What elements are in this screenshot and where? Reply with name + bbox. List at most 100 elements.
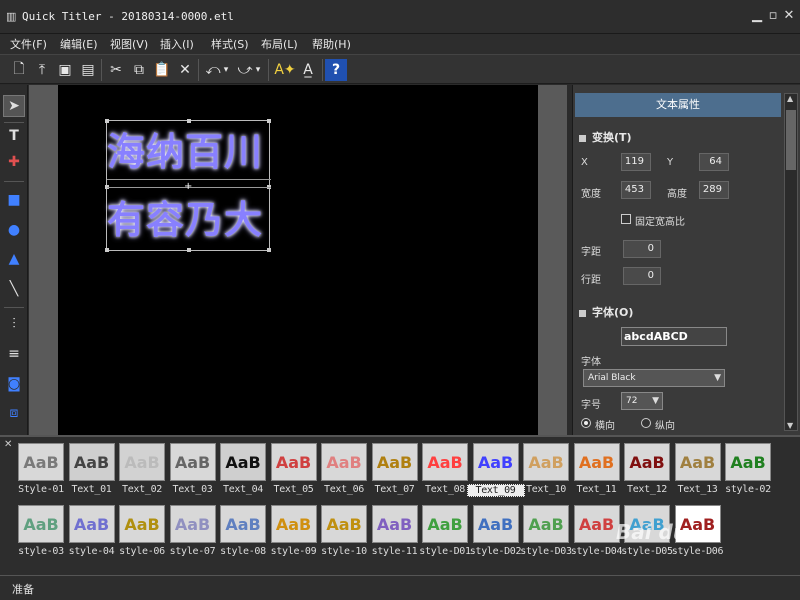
save-all-icon[interactable]: ▤ bbox=[77, 59, 99, 81]
y-field[interactable]: 64 bbox=[699, 153, 729, 171]
style-swatch[interactable]: AaB bbox=[220, 505, 266, 543]
x-field[interactable]: 119 bbox=[621, 153, 651, 171]
resize-handle[interactable] bbox=[105, 119, 109, 123]
style-swatch[interactable]: AaB bbox=[372, 443, 418, 481]
style-swatch[interactable]: AaB bbox=[119, 443, 165, 481]
resize-handle[interactable] bbox=[187, 119, 191, 123]
style-swatch[interactable]: AaB bbox=[271, 505, 317, 543]
style-preset[interactable]: AaBText_03 bbox=[168, 443, 218, 503]
transform-section-title[interactable]: 变换(T) bbox=[579, 129, 632, 145]
width-field[interactable]: 453 bbox=[621, 181, 651, 199]
style-preset[interactable]: AaBstyle-D04 bbox=[572, 505, 622, 565]
style-preset[interactable]: AaBText_02 bbox=[117, 443, 167, 503]
style-swatch[interactable]: AaB bbox=[473, 443, 519, 481]
style-preset[interactable]: AaBstyle-D02 bbox=[471, 505, 521, 565]
font-section-title[interactable]: 字体(O) bbox=[579, 304, 633, 320]
style-swatch[interactable]: AaB bbox=[523, 505, 569, 543]
style-preset[interactable]: AaBText_13 bbox=[673, 443, 723, 503]
vertical-radio[interactable] bbox=[641, 418, 651, 428]
cut-icon[interactable]: ✂ bbox=[105, 59, 127, 81]
style-preset[interactable]: AaBText_06 bbox=[319, 443, 369, 503]
font-select[interactable]: Arial Black▼ bbox=[583, 369, 725, 387]
style-swatch[interactable]: AaB bbox=[725, 443, 771, 481]
style-preset[interactable]: AaBstyle-11 bbox=[370, 505, 420, 565]
style-preset[interactable]: AaBstyle-04 bbox=[67, 505, 117, 565]
style-swatch[interactable]: AaB bbox=[170, 443, 216, 481]
style-preset[interactable]: AaBstyle-10 bbox=[319, 505, 369, 565]
close-icon[interactable]: ✕ bbox=[4, 439, 12, 450]
style-preset[interactable]: AaBStyle-01 bbox=[16, 443, 66, 503]
collapse-icon[interactable] bbox=[579, 310, 586, 317]
style-swatch[interactable]: AaB bbox=[18, 505, 64, 543]
resize-handle[interactable] bbox=[187, 248, 191, 252]
style-preset[interactable]: AaBText_01 bbox=[67, 443, 117, 503]
menu-edit[interactable]: 编辑(E) bbox=[60, 36, 98, 52]
style-swatch[interactable]: AaB bbox=[18, 443, 64, 481]
style-preset[interactable]: AaBText_10 bbox=[521, 443, 571, 503]
style-swatch[interactable]: AaB bbox=[321, 443, 367, 481]
menu-file[interactable]: 文件(F) bbox=[10, 36, 47, 52]
style-preset[interactable]: AaBstyle-02 bbox=[723, 443, 773, 503]
vertical-text-tool-icon[interactable]: ✚ bbox=[3, 151, 25, 173]
style-swatch[interactable]: AaB bbox=[675, 443, 721, 481]
style-swatch[interactable]: AaB bbox=[372, 505, 418, 543]
maximize-button[interactable]: ▫ bbox=[766, 9, 780, 23]
open-file-icon[interactable]: ⤒ bbox=[31, 59, 53, 81]
new-file-icon[interactable]: 🗋 bbox=[8, 59, 30, 81]
line-tool-icon[interactable]: ╲ bbox=[3, 278, 25, 300]
save-icon[interactable]: ▣ bbox=[54, 59, 76, 81]
style-preset[interactable]: AaBstyle-08 bbox=[218, 505, 268, 565]
style-swatch[interactable]: AaB bbox=[523, 443, 569, 481]
style-swatch[interactable]: AaB bbox=[473, 505, 519, 543]
style-swatch[interactable]: AaB bbox=[119, 505, 165, 543]
style-preset[interactable]: AaBText_11 bbox=[572, 443, 622, 503]
shape-tool-icon[interactable]: ◙ bbox=[3, 373, 25, 395]
distribute-tool-icon[interactable]: ≡ bbox=[3, 343, 25, 365]
resize-handle[interactable] bbox=[267, 248, 271, 252]
size-select[interactable]: 72▼ bbox=[621, 392, 663, 410]
layer-tool-icon[interactable]: ⧈ bbox=[3, 402, 25, 424]
text-format-icon[interactable]: A̲ bbox=[297, 59, 319, 81]
style-swatch[interactable]: AaB bbox=[69, 443, 115, 481]
style-preset[interactable]: AaBstyle-09 bbox=[269, 505, 319, 565]
align-tool-icon[interactable]: ⫶ bbox=[3, 313, 25, 335]
undo-dropdown-icon[interactable]: ▾ bbox=[220, 59, 232, 81]
select-tool-icon[interactable]: ➤ bbox=[3, 95, 25, 117]
resize-handle[interactable] bbox=[105, 248, 109, 252]
style-preset[interactable]: AaBstyle-07 bbox=[168, 505, 218, 565]
style-swatch[interactable]: AaB bbox=[422, 443, 468, 481]
scroll-thumb[interactable] bbox=[786, 110, 796, 170]
style-preset[interactable]: AaBText_09 bbox=[471, 443, 521, 503]
style-preset[interactable]: AaBText_05 bbox=[269, 443, 319, 503]
horizontal-radio[interactable] bbox=[581, 418, 591, 428]
text-tool-icon[interactable]: T bbox=[3, 125, 25, 147]
line-spacing-field[interactable]: 0 bbox=[623, 267, 661, 285]
collapse-icon[interactable] bbox=[579, 135, 586, 142]
style-swatch[interactable]: AaB bbox=[321, 505, 367, 543]
text-style-icon[interactable]: A✦ bbox=[274, 59, 296, 81]
style-swatch[interactable]: AaB bbox=[422, 505, 468, 543]
style-preset[interactable]: AaBText_08 bbox=[420, 443, 470, 503]
style-preset[interactable]: AaBText_04 bbox=[218, 443, 268, 503]
style-swatch[interactable]: AaB bbox=[170, 505, 216, 543]
menu-view[interactable]: 视图(V) bbox=[110, 36, 148, 52]
style-preset[interactable]: AaBText_12 bbox=[622, 443, 672, 503]
style-preset[interactable]: AaBstyle-03 bbox=[16, 505, 66, 565]
copy-icon[interactable]: ⧉ bbox=[128, 59, 150, 81]
style-preset[interactable]: AaBText_07 bbox=[370, 443, 420, 503]
height-field[interactable]: 289 bbox=[699, 181, 729, 199]
style-preset[interactable]: AaBstyle-D01 bbox=[420, 505, 470, 565]
style-swatch[interactable]: AaB bbox=[271, 443, 317, 481]
scroll-down-icon[interactable]: ▼ bbox=[787, 421, 793, 430]
panel-scrollbar[interactable]: ▲ ▼ bbox=[784, 93, 798, 431]
minimize-button[interactable]: ▁ bbox=[750, 9, 764, 23]
style-swatch[interactable]: AaB bbox=[574, 505, 620, 543]
paste-icon[interactable]: 📋 bbox=[151, 59, 173, 81]
menu-insert[interactable]: 插入(I) bbox=[160, 36, 194, 52]
close-button[interactable]: ✕ bbox=[782, 9, 796, 23]
style-swatch[interactable]: AaB bbox=[574, 443, 620, 481]
triangle-tool-icon[interactable]: ▲ bbox=[3, 248, 25, 270]
lock-ratio-checkbox[interactable] bbox=[621, 214, 631, 224]
style-swatch[interactable]: AaB bbox=[69, 505, 115, 543]
menu-layout[interactable]: 布局(L) bbox=[261, 36, 298, 52]
